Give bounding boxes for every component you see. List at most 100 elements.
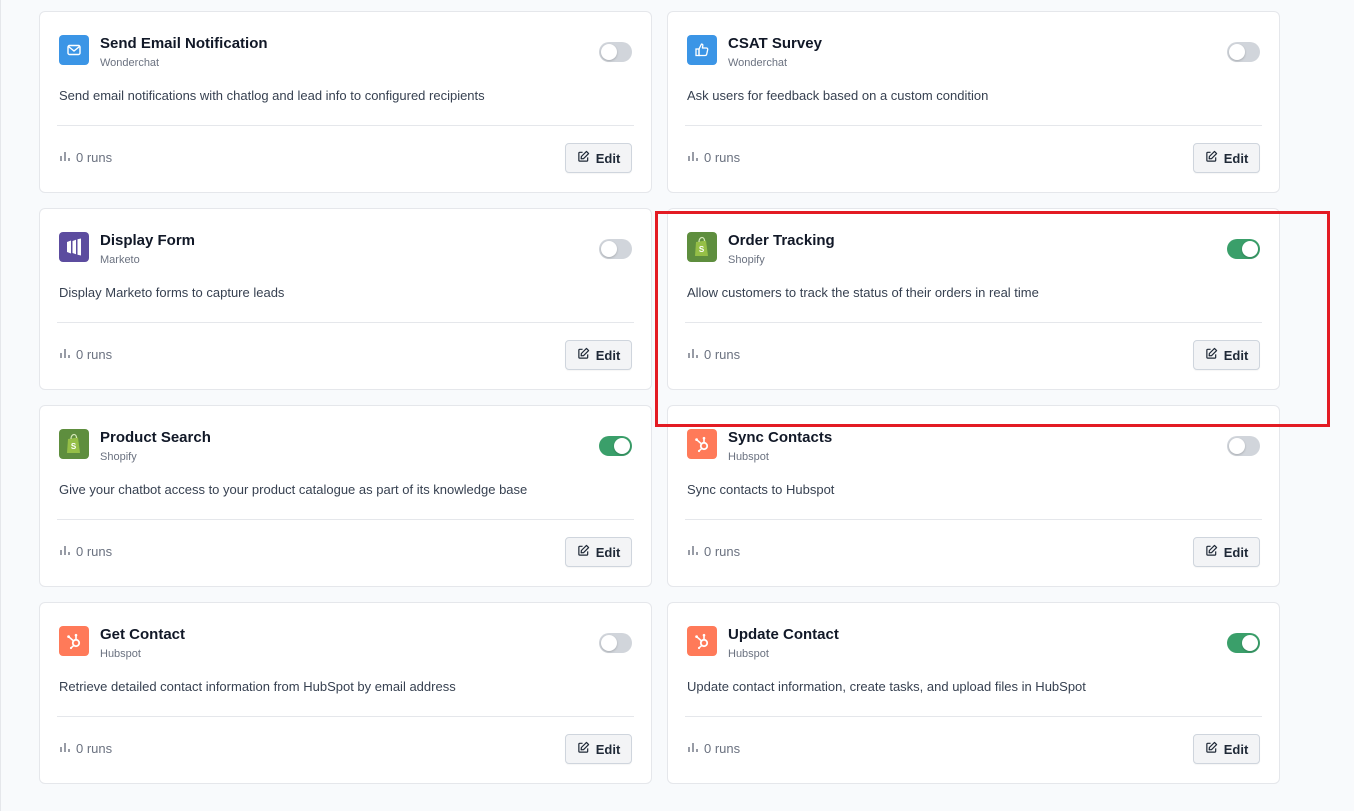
page-left-border — [0, 0, 1, 811]
card-title: Product Search — [100, 429, 211, 446]
bar-chart-icon — [59, 544, 71, 559]
card-provider: Wonderchat — [728, 57, 788, 69]
toggle-knob — [601, 44, 617, 60]
card-header: Sync Contacts Hubspot — [687, 429, 1260, 463]
card-provider: Hubspot — [100, 648, 141, 660]
integrations-grid: Send Email Notification Wonderchat Send … — [39, 0, 1280, 784]
card-divider — [685, 716, 1262, 717]
enable-toggle[interactable] — [1227, 42, 1260, 62]
card-titles: Update Contact Hubspot — [728, 626, 839, 661]
card-header: CSAT Survey Wonderchat — [687, 35, 1260, 69]
enable-toggle[interactable] — [599, 42, 632, 62]
edit-icon — [1205, 741, 1218, 757]
toggle-knob — [1229, 438, 1245, 454]
integration-card: S Product Search Shopify Give your chatb… — [39, 405, 652, 587]
edit-icon — [577, 544, 590, 560]
card-titles: Order Tracking Shopify — [728, 232, 835, 267]
bar-chart-icon — [687, 544, 699, 559]
edit-label: Edit — [1223, 347, 1249, 363]
card-description: Give your chatbot access to your product… — [59, 482, 528, 497]
card-header: S Order Tracking Shopify — [687, 232, 1260, 266]
card-titles: Display Form Marketo — [100, 232, 195, 267]
runs-label: 0 runs — [704, 544, 741, 559]
card-divider — [685, 519, 1262, 520]
card-description: Ask users for feedback based on a custom… — [687, 88, 989, 103]
runs-label: 0 runs — [76, 347, 113, 362]
toggle-knob — [601, 241, 617, 257]
runs-count: 0 runs — [687, 741, 740, 756]
card-divider — [685, 322, 1262, 323]
bar-chart-icon — [59, 150, 71, 165]
mail-icon — [59, 35, 89, 65]
runs-count: 0 runs — [687, 150, 740, 165]
card-description: Retrieve detailed contact information fr… — [59, 679, 456, 694]
edit-label: Edit — [1223, 150, 1249, 166]
hubspot-icon — [59, 626, 89, 656]
card-titles: Get Contact Hubspot — [100, 626, 185, 661]
edit-label: Edit — [595, 150, 621, 166]
hubspot-icon — [687, 626, 717, 656]
runs-label: 0 runs — [76, 741, 113, 756]
runs-count: 0 runs — [687, 347, 740, 362]
card-titles: Send Email Notification Wonderchat — [100, 35, 268, 70]
card-title: Sync Contacts — [728, 429, 833, 446]
card-provider: Marketo — [100, 254, 140, 266]
enable-toggle[interactable] — [599, 633, 632, 653]
edit-label: Edit — [595, 741, 621, 757]
card-divider — [57, 716, 634, 717]
enable-toggle[interactable] — [599, 239, 632, 259]
card-title: Display Form — [100, 232, 196, 249]
integration-card: Update Contact Hubspot Update contact in… — [667, 602, 1280, 784]
toggle-knob — [1242, 241, 1258, 257]
toggle-knob — [1229, 44, 1245, 60]
edit-button[interactable]: Edit — [1193, 143, 1260, 173]
edit-button[interactable]: Edit — [565, 143, 632, 173]
card-title: Order Tracking — [728, 232, 835, 249]
edit-button[interactable]: Edit — [1193, 734, 1260, 764]
edit-button[interactable]: Edit — [565, 537, 632, 567]
runs-label: 0 runs — [704, 150, 741, 165]
bar-chart-icon — [687, 150, 699, 165]
card-provider: Hubspot — [728, 451, 769, 463]
runs-label: 0 runs — [76, 544, 113, 559]
bar-chart-icon — [59, 347, 71, 362]
runs-label: 0 runs — [704, 741, 741, 756]
card-header: Update Contact Hubspot — [687, 626, 1260, 660]
enable-toggle[interactable] — [1227, 633, 1260, 653]
runs-label: 0 runs — [704, 347, 741, 362]
shopify-icon: S — [687, 232, 717, 262]
edit-button[interactable]: Edit — [565, 734, 632, 764]
edit-icon — [577, 741, 590, 757]
integration-card: Get Contact Hubspot Retrieve detailed co… — [39, 602, 652, 784]
card-title: Send Email Notification — [100, 35, 268, 52]
card-titles: CSAT Survey Wonderchat — [728, 35, 822, 70]
bar-chart-icon — [59, 741, 71, 756]
runs-count: 0 runs — [59, 544, 112, 559]
card-title: Get Contact — [100, 626, 186, 643]
enable-toggle[interactable] — [1227, 436, 1260, 456]
card-header: Send Email Notification Wonderchat — [59, 35, 632, 69]
card-description: Send email notifications with chatlog an… — [59, 88, 485, 103]
edit-button[interactable]: Edit — [565, 340, 632, 370]
enable-toggle[interactable] — [599, 436, 632, 456]
enable-toggle[interactable] — [1227, 239, 1260, 259]
hubspot-icon — [687, 429, 717, 459]
card-provider: Hubspot — [728, 648, 769, 660]
runs-count: 0 runs — [59, 347, 112, 362]
card-header: S Product Search Shopify — [59, 429, 632, 463]
card-provider: Shopify — [100, 451, 137, 463]
edit-button[interactable]: Edit — [1193, 537, 1260, 567]
card-title: CSAT Survey — [728, 35, 822, 52]
edit-button[interactable]: Edit — [1193, 340, 1260, 370]
edit-icon — [1205, 347, 1218, 363]
toggle-knob — [1242, 635, 1258, 651]
edit-label: Edit — [1223, 741, 1249, 757]
card-description: Display Marketo forms to capture leads — [59, 285, 285, 300]
bar-chart-icon — [687, 347, 699, 362]
card-titles: Product Search Shopify — [100, 429, 211, 464]
card-description: Update contact information, create tasks… — [687, 679, 1086, 694]
card-description: Allow customers to track the status of t… — [687, 285, 1039, 300]
edit-label: Edit — [595, 544, 621, 560]
runs-label: 0 runs — [76, 150, 113, 165]
edit-icon — [577, 347, 590, 363]
